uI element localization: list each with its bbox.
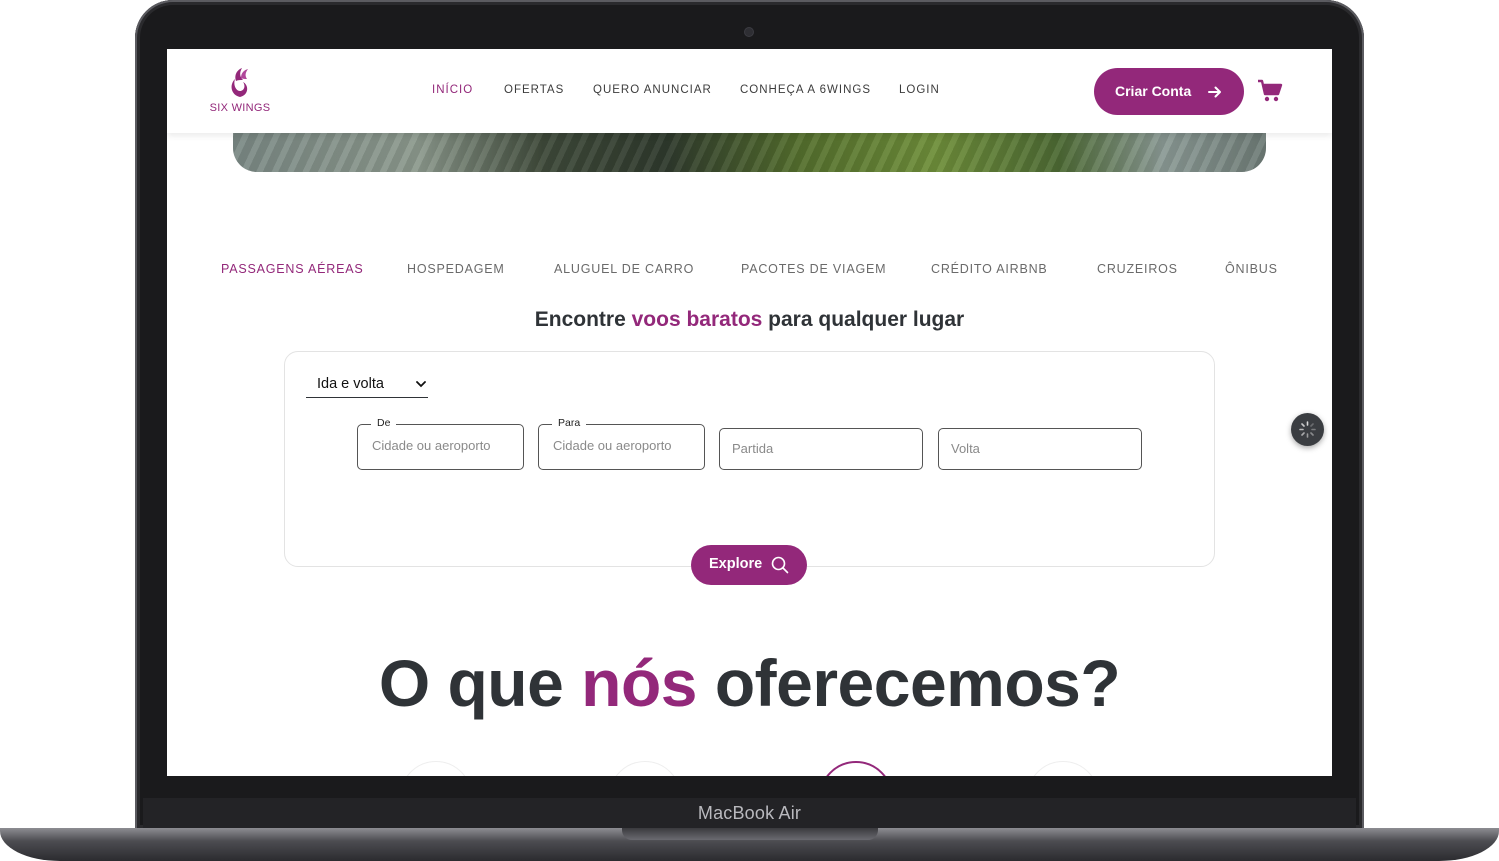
offer-section-title: O que nós oferecemos? — [167, 645, 1332, 721]
explore-button[interactable]: Explore — [691, 545, 807, 585]
origin-input[interactable] — [372, 438, 517, 453]
return-input[interactable] — [951, 441, 1096, 456]
offer-card-circle-active — [819, 761, 893, 776]
laptop-notch — [622, 828, 878, 840]
arrow-right-icon — [1208, 86, 1221, 98]
trip-type-value: Ida e volta — [317, 376, 384, 392]
trip-type-select[interactable]: Ida e volta — [306, 373, 428, 398]
tab-onibus[interactable]: ÔNIBUS — [1225, 262, 1278, 276]
device-label: MacBook Air — [697, 803, 802, 823]
tab-aluguel-de-carro[interactable]: ALUGUEL DE CARRO — [554, 262, 694, 276]
tab-hospedagem[interactable]: HOSPEDAGEM — [407, 262, 505, 276]
nav-item-login[interactable]: LOGIN — [899, 84, 940, 96]
wings-logo-icon — [231, 68, 248, 97]
tab-cruzeiros[interactable]: CRUZEIROS — [1097, 262, 1178, 276]
departure-field[interactable] — [719, 428, 923, 470]
chevron-down-icon — [416, 381, 426, 388]
offer-title-post: oferecemos? — [697, 646, 1121, 720]
destination-field[interactable]: Para — [538, 417, 705, 470]
offer-title-pre: O que — [378, 646, 582, 720]
offer-card-circle — [400, 761, 472, 776]
nav-item-ofertas[interactable]: OFERTAS — [504, 84, 564, 96]
shopping-cart-icon[interactable] — [1257, 79, 1283, 107]
departure-input[interactable] — [732, 441, 877, 456]
search-headline-pre: Encontre — [534, 308, 632, 331]
origin-field[interactable]: De — [357, 417, 524, 470]
brand-name: SIX WINGS — [209, 102, 271, 114]
tab-credito-airbnb[interactable]: CRÉDITO AIRBNB — [931, 262, 1048, 276]
search-headline: Encontre voos baratos para qualquer luga… — [167, 308, 1332, 332]
nav-item-inicio[interactable]: INÍCIO — [432, 84, 473, 96]
tab-passagens-aereas[interactable]: PASSAGENS AÉREAS — [221, 262, 363, 276]
offer-card-circle — [1027, 761, 1099, 776]
explore-label: Explore — [709, 556, 763, 572]
tab-pacotes-de-viagem[interactable]: PACOTES DE VIAGEM — [741, 262, 886, 276]
brand-logo[interactable]: SIX WINGS — [205, 67, 275, 117]
return-field[interactable] — [938, 428, 1142, 470]
search-headline-post: para qualquer lugar — [762, 308, 965, 331]
search-icon — [771, 556, 789, 574]
offer-title-accent: nós — [581, 646, 698, 720]
destination-legend: Para — [552, 417, 587, 429]
offer-card-circle — [609, 761, 681, 776]
nav-item-quero-anunciar[interactable]: QUERO ANUNCIAR — [593, 84, 712, 96]
loading-spinner-icon[interactable] — [1291, 413, 1324, 446]
browser-viewport: SIX WINGS INÍCIO OFERTAS QUERO ANUNCIAR … — [167, 49, 1332, 776]
top-navbar: SIX WINGS INÍCIO OFERTAS QUERO ANUNCIAR … — [167, 49, 1332, 133]
camera-icon — [745, 28, 753, 36]
destination-input[interactable] — [553, 438, 698, 453]
create-account-button[interactable]: Criar Conta — [1094, 68, 1244, 115]
nav-item-conheca[interactable]: CONHEÇA A 6WINGS — [740, 84, 871, 96]
origin-legend: De — [371, 417, 397, 429]
create-account-label: Criar Conta — [1115, 83, 1192, 99]
search-headline-accent: voos baratos — [631, 308, 763, 331]
